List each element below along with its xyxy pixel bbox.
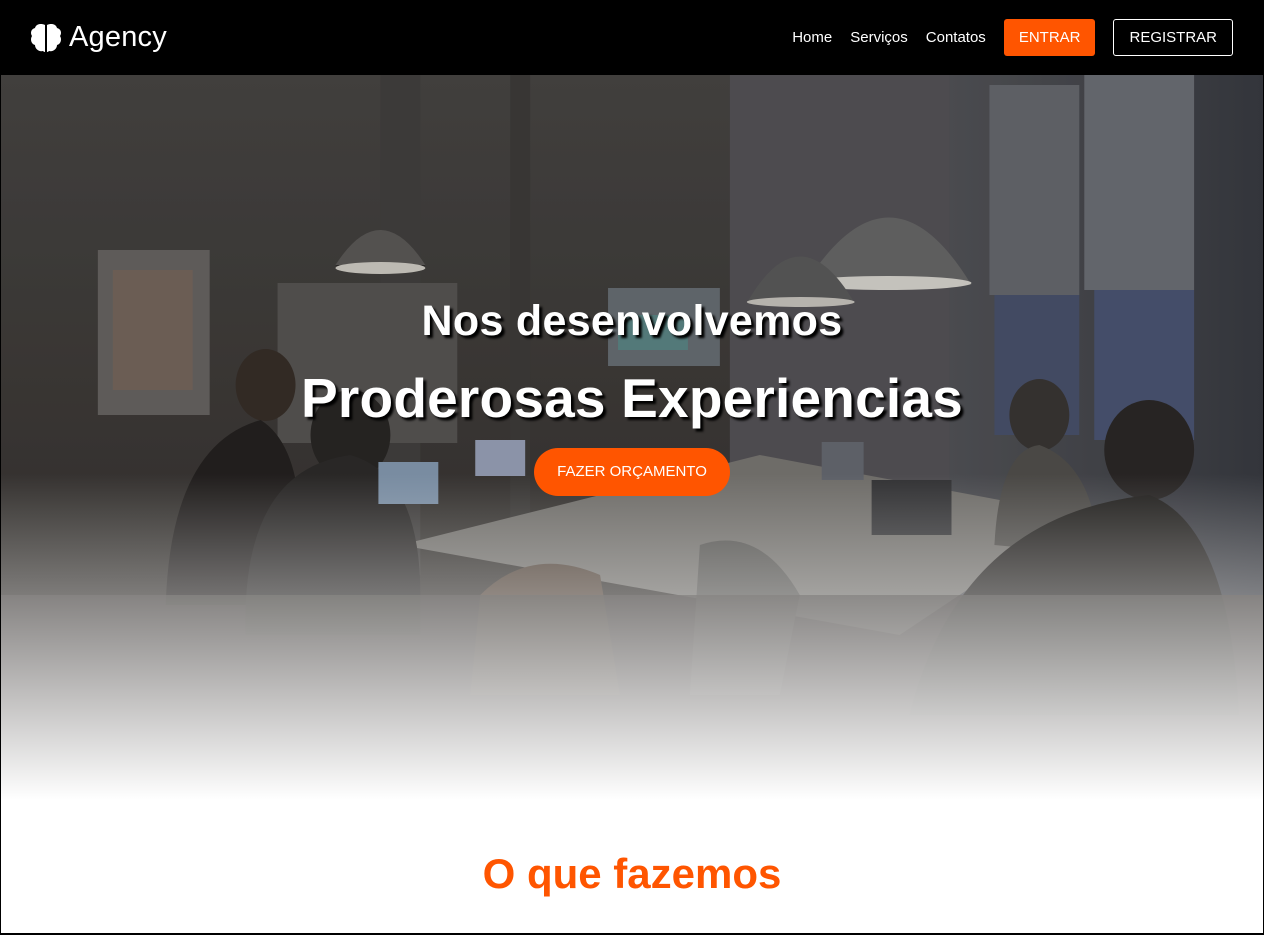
nav-menu: Home Serviços Contatos ENTRAR REGISTRAR (792, 19, 1233, 56)
navbar: Agency Home Serviços Contatos ENTRAR REG… (1, 0, 1263, 75)
brain-icon (29, 22, 63, 54)
nav-link-home[interactable]: Home (792, 29, 832, 46)
page: Agency Home Serviços Contatos ENTRAR REG… (0, 0, 1264, 935)
nav-link-contatos[interactable]: Contatos (926, 29, 986, 46)
register-button[interactable]: REGISTRAR (1113, 19, 1233, 56)
quote-button[interactable]: FAZER ORÇAMENTO (534, 448, 730, 496)
brand-name: Agency (69, 21, 167, 53)
brand-logo[interactable]: Agency (29, 21, 167, 54)
hero-title: Proderosas Experiencias (301, 367, 963, 429)
hero-subtitle: Nos desenvolvemos (421, 297, 843, 345)
hero-section: Nos desenvolvemos Proderosas Experiencia… (1, 75, 1263, 800)
login-button[interactable]: ENTRAR (1003, 19, 1096, 56)
hero-content: Nos desenvolvemos Proderosas Experiencia… (1, 297, 1263, 496)
section-title: O que fazemos (482, 850, 782, 897)
nav-link-servicos[interactable]: Serviços (850, 29, 908, 46)
